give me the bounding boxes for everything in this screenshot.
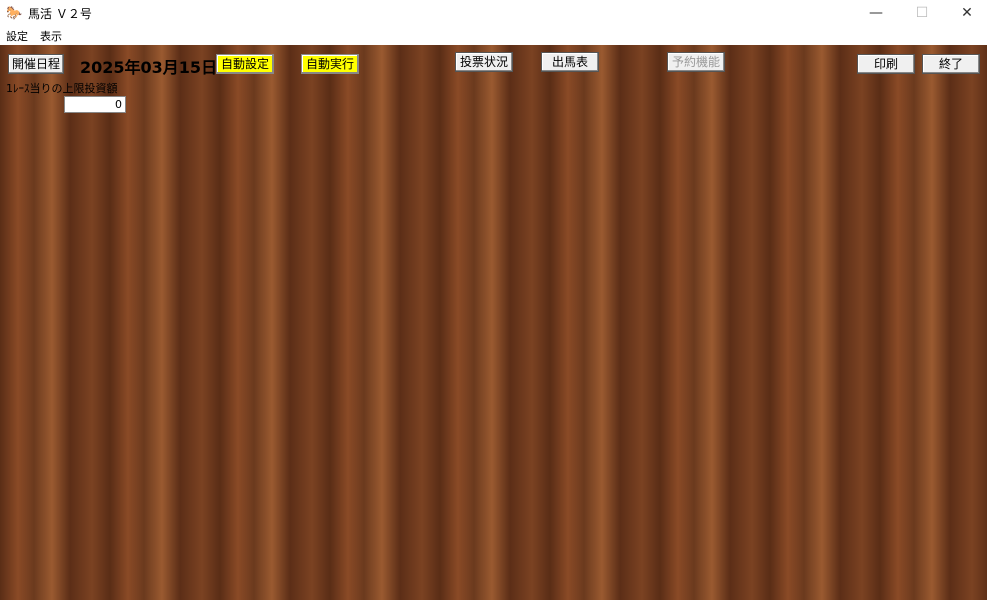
schedule-button[interactable]: 開催日程 — [8, 54, 64, 74]
exit-button[interactable]: 終了 — [922, 54, 980, 74]
maximize-icon[interactable]: ☐ — [899, 0, 945, 27]
auto-run-button[interactable]: 自動実行 — [301, 54, 359, 74]
reserve-button[interactable]: 予約機能 — [667, 52, 725, 72]
horse-logo-icon: 🐎 — [6, 5, 23, 21]
window-title: 馬活 Ｖ２号 — [28, 7, 92, 21]
minimize-icon[interactable]: — — [853, 0, 899, 27]
menu-settings[interactable]: 設定 — [6, 28, 28, 44]
vote-status-button[interactable]: 投票状況 — [455, 52, 513, 72]
close-icon[interactable]: ✕ — [944, 0, 987, 27]
menu-bar: 設定 表示 — [0, 27, 987, 45]
race-grid — [1, 118, 987, 600]
print-button[interactable]: 印刷 — [857, 54, 915, 74]
date-display: 2025年03月15日 — [80, 58, 218, 77]
limit-input[interactable]: 0 — [64, 96, 126, 113]
entries-button[interactable]: 出馬表 — [541, 52, 599, 72]
menu-view[interactable]: 表示 — [40, 28, 62, 44]
title-bar: 🐎 馬活 Ｖ２号 — ☐ ✕ — [0, 0, 987, 27]
limit-label: 1ﾚｰｽ当りの上限投資額 — [6, 82, 118, 95]
auto-setting-button[interactable]: 自動設定 — [216, 54, 274, 74]
